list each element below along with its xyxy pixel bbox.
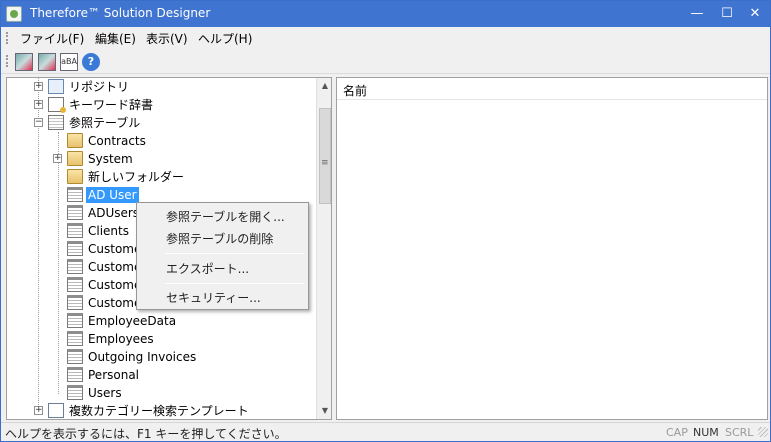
menu-edit[interactable]: 編集(E) [95,30,136,47]
tree-item-folder-new[interactable]: 新しいフォルダー [7,168,307,186]
tree-item-table-employeedata[interactable]: EmployeeData [7,312,307,330]
menu-item-security[interactable]: セキュリティー... [138,287,307,309]
num-lock-indicator: NUM [693,426,719,439]
help-icon[interactable]: ? [82,53,100,71]
abc-text-icon[interactable]: aBA [60,53,78,71]
app-window: Therefore™ Solution Designer — ☐ ✕ ファイル(… [0,0,771,442]
folder-icon [67,151,83,166]
tree-item-label: 新しいフォルダー [88,170,185,184]
scroll-thumb[interactable] [319,108,331,204]
keyword-dictionary-icon [48,97,66,113]
expand-icon[interactable]: + [34,82,43,91]
resize-grip-icon[interactable] [758,427,768,437]
menu-item-export[interactable]: エクスポート... [138,258,307,280]
tree-item-table-users[interactable]: Users [7,384,307,402]
repository-icon [48,79,64,94]
toolbar: aBA ? [1,50,770,74]
folder-icon [67,133,83,148]
tree-item-label: EmployeeData [88,314,177,328]
table-icon [67,331,83,346]
list-pane[interactable]: 名前 [336,77,768,420]
tree-item-reference-tables[interactable]: − 参照テーブル [7,114,307,132]
design-tool-icon[interactable] [15,53,33,71]
menu-file[interactable]: ファイル(F) [20,30,84,47]
tree-item-label: Employees [88,332,154,346]
menu-separator [165,283,304,284]
tree-item-label: キーワード辞書 [69,98,154,112]
folder-icon [67,169,83,184]
tree-vertical-scrollbar[interactable]: ▲ ≡ ▼ [316,78,331,419]
tree-item-label-selected: AD User [86,187,139,203]
app-logo-icon[interactable] [6,6,22,22]
tree-item-label: Custome [88,242,142,256]
tree-item-label: Outgoing Invoices [88,350,197,364]
tree-item-repository[interactable]: + リポジトリ [7,78,307,96]
table-icon [67,259,83,274]
scroll-up-icon[interactable]: ▲ [317,78,331,94]
expand-icon[interactable]: + [34,406,43,415]
menu-item-delete-reference-table[interactable]: 参照テーブルの削除 [138,228,307,250]
minimize-button[interactable]: — [682,1,712,27]
tree-pane[interactable]: + リポジトリ + キーワード辞書 − 参照テーブル Contracts + S… [6,77,332,420]
table-icon [67,241,83,256]
tree-item-label: ADUsers [88,206,140,220]
maximize-button[interactable]: ☐ [712,1,742,27]
window-title: Therefore™ Solution Designer [30,6,211,20]
reference-table-icon [48,115,64,130]
tree-item-table-employees[interactable]: Employees [7,330,307,348]
tree-item-label: Clients [88,224,129,238]
column-header-label: 名前 [343,84,368,98]
table-icon [67,385,83,400]
expand-icon[interactable]: + [34,100,43,109]
tree-item-table-outgoing-invoices[interactable]: Outgoing Invoices [7,348,307,366]
tree-item-table-personal[interactable]: Personal [7,366,307,384]
close-button[interactable]: ✕ [740,1,770,27]
menu-bar: ファイル(F) 編集(E) 表示(V) ヘルプ(H) [1,27,770,48]
tree-item-folder-contracts[interactable]: Contracts [7,132,307,150]
toolbar-grip-icon[interactable] [6,55,9,67]
context-menu: 参照テーブルを開く... 参照テーブルの削除 エクスポート... セキュリティー… [136,202,309,310]
menubar-grip-icon[interactable] [6,32,9,44]
tree-item-label: リポジトリ [69,80,130,94]
menu-separator [165,253,304,254]
tree-item-label: 参照テーブル [69,116,141,130]
table-icon [67,187,83,202]
cap-lock-indicator: CAP [666,426,688,439]
tree-item-keyword-dictionary[interactable]: + キーワード辞書 [7,96,307,114]
table-icon [67,205,83,220]
expand-icon[interactable]: + [53,154,62,163]
scroll-lock-indicator: SCRL [725,426,754,439]
tree-item-label: Personal [88,368,140,382]
menu-view[interactable]: 表示(V) [146,30,188,47]
title-bar[interactable]: Therefore™ Solution Designer — ☐ ✕ [1,1,770,27]
tree-item-label: System [88,152,133,166]
menu-help[interactable]: ヘルプ(H) [198,30,252,47]
tree-item-label: Users [88,386,122,400]
table-icon [67,277,83,292]
design-tool-2-icon[interactable] [38,53,56,71]
tree-item-multi-category-templates[interactable]: + 複数カテゴリー検索テンプレート [7,402,307,419]
table-icon [67,223,83,238]
scroll-grip-icon: ≡ [321,158,329,168]
multi-category-template-icon [48,403,64,418]
status-text: ヘルプを表示するには、F1 キーを押してください。 [5,427,287,441]
tree-item-folder-system[interactable]: + System [7,150,307,168]
tree-item-label: Custome [88,296,142,310]
tree-item-label: Contracts [88,134,146,148]
tree-item-label: Custome [88,260,142,274]
menu-item-open-reference-table[interactable]: 参照テーブルを開く... [138,206,307,228]
scroll-down-icon[interactable]: ▼ [317,403,331,419]
tree-item-label: Custome [88,278,142,292]
column-header-name[interactable]: 名前 [337,78,767,100]
table-icon [67,295,83,310]
collapse-icon[interactable]: − [34,118,43,127]
table-icon [67,349,83,364]
status-bar: ヘルプを表示するには、F1 キーを押してください。 CAP NUM SCRL [1,422,770,441]
table-icon [67,367,83,382]
tree-item-label: 複数カテゴリー検索テンプレート [69,404,249,418]
table-icon [67,313,83,328]
